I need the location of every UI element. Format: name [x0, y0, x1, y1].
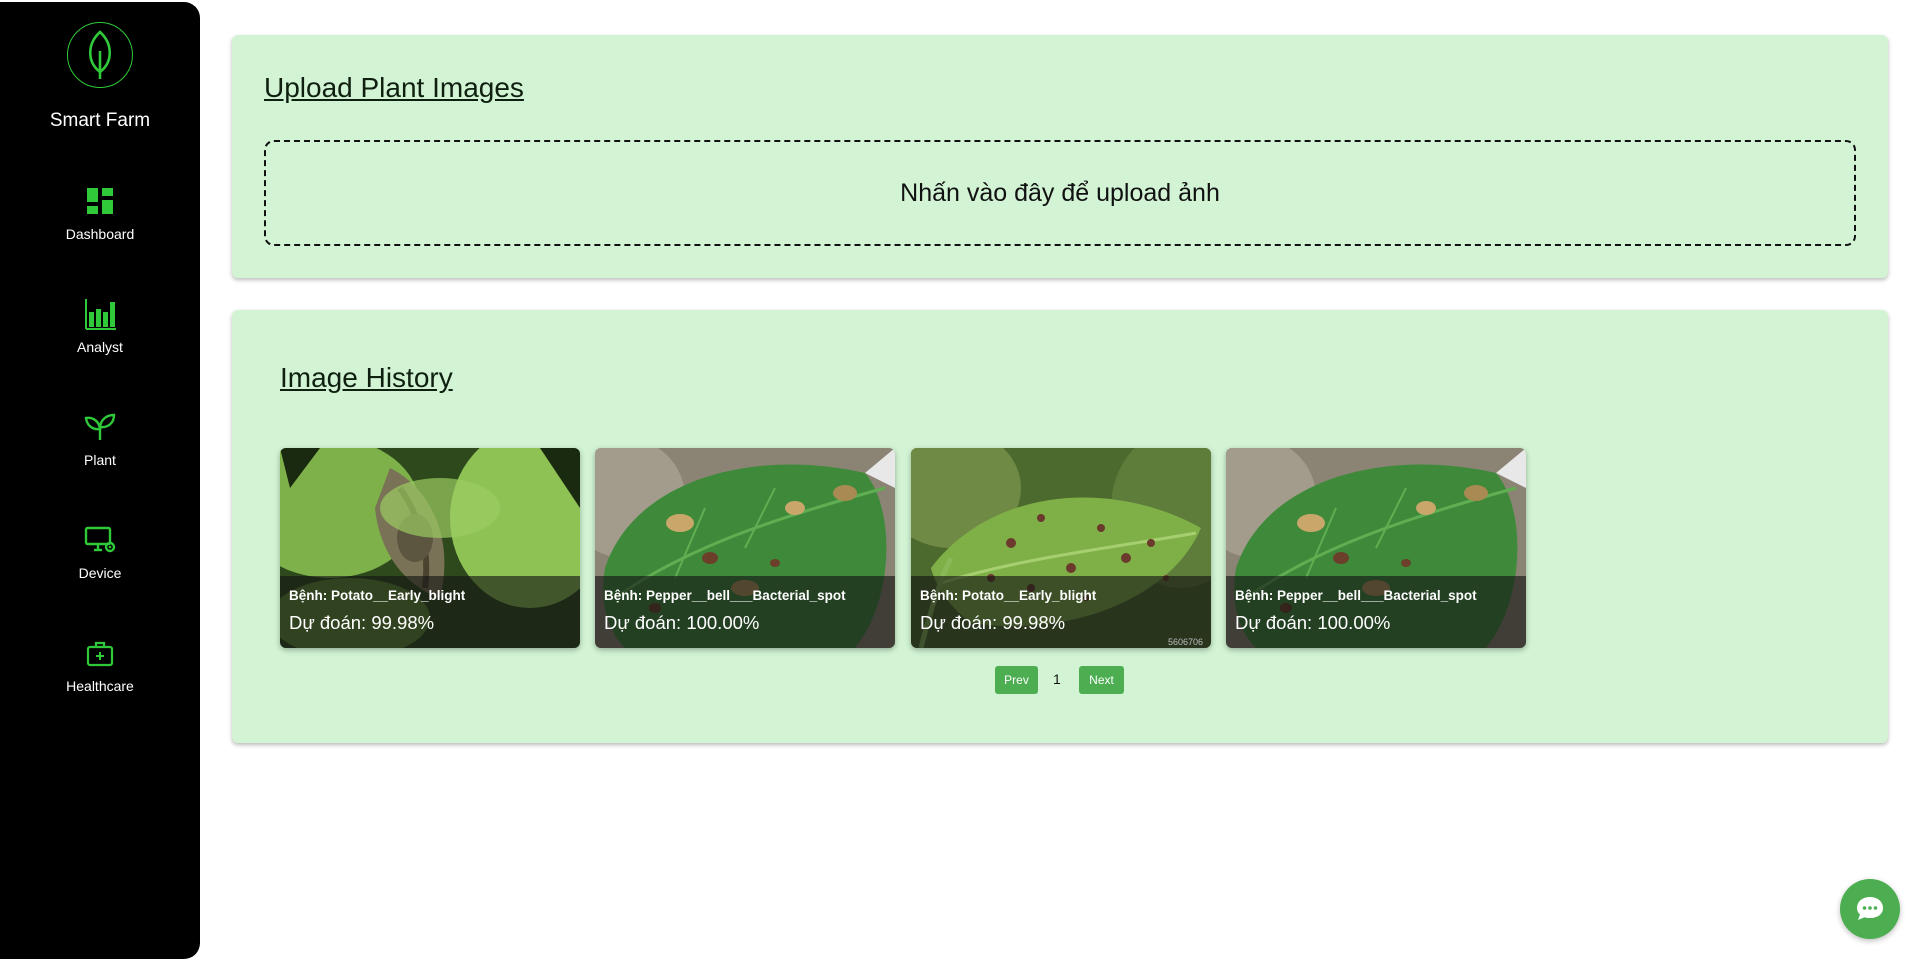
history-image-card[interactable]: Bệnh: Potato__Early_blight Dự đoán: 99.9…: [911, 448, 1211, 648]
medical-kit-icon: [86, 641, 114, 667]
image-caption: Bệnh: Pepper__bell___Bacterial_spot Dự đ…: [595, 576, 895, 648]
sidebar-item-label: Dashboard: [65, 226, 135, 242]
sidebar-item-analyst[interactable]: Analyst: [0, 297, 200, 387]
history-image-card[interactable]: Bệnh: Pepper__bell___Bacterial_spot Dự đ…: [595, 448, 895, 648]
sidebar-item-device[interactable]: Device: [0, 523, 200, 613]
next-page-button[interactable]: Next: [1079, 666, 1124, 694]
leaf-logo-icon: [67, 22, 133, 88]
sidebar-item-label: Device: [78, 565, 122, 581]
prediction-label: Dự đoán: 99.98%: [920, 612, 1066, 633]
image-caption: Bệnh: Potato__Early_blight Dự đoán: 99.9…: [280, 576, 580, 648]
monitor-gear-icon: [84, 526, 116, 553]
disease-label: Bệnh: Pepper__bell___Bacterial_spot: [604, 588, 846, 603]
chat-bubble-icon: [1857, 897, 1883, 920]
upload-title: Upload Plant Images: [264, 72, 524, 103]
upload-card: Upload Plant Images Nhấn vào đây để uplo…: [232, 35, 1888, 278]
history-image-card[interactable]: Bệnh: Pepper__bell___Bacterial_spot Dự đ…: [1226, 448, 1526, 648]
disease-label: Bệnh: Pepper__bell___Bacterial_spot: [1235, 588, 1477, 603]
image-caption: Bệnh: Pepper__bell___Bacterial_spot Dự đ…: [1226, 576, 1526, 648]
app-name: Smart Farm: [49, 110, 151, 131]
image-watermark: 5606706: [1167, 637, 1203, 647]
bar-chart-icon: [85, 299, 116, 330]
sidebar-item-healthcare[interactable]: Healthcare: [0, 636, 200, 726]
history-image-card[interactable]: Bệnh: Potato__Early_blight Dự đoán: 99.9…: [280, 448, 580, 648]
prediction-label: Dự đoán: 99.98%: [289, 612, 435, 633]
dashboard-icon: [87, 188, 113, 214]
image-history-card: Image History Bệnh: Potato__Early_blight…: [232, 310, 1888, 743]
chat-button[interactable]: [1840, 879, 1900, 939]
sidebar-item-label: Analyst: [77, 339, 123, 355]
prediction-label: Dự đoán: 100.00%: [1235, 612, 1391, 633]
image-caption: Bệnh: Potato__Early_blight Dự đoán: 99.9…: [911, 576, 1211, 648]
current-page-number: 1: [1053, 671, 1061, 687]
history-title: Image History: [280, 362, 453, 393]
disease-label: Bệnh: Potato__Early_blight: [920, 588, 1097, 603]
sprout-icon: [84, 413, 116, 440]
disease-label: Bệnh: Potato__Early_blight: [289, 588, 466, 603]
sidebar-item-dashboard[interactable]: Dashboard: [0, 184, 200, 274]
sidebar-item-plant[interactable]: Plant: [0, 410, 200, 500]
prev-page-button[interactable]: Prev: [995, 666, 1038, 694]
upload-dropzone[interactable]: Nhấn vào đây để upload ảnh: [264, 140, 1856, 246]
sidebar: Smart Farm Dashboard Analyst Plant Devic…: [0, 2, 200, 959]
sidebar-item-label: Plant: [84, 452, 116, 468]
sidebar-item-label: Healthcare: [66, 678, 134, 694]
prediction-label: Dự đoán: 100.00%: [604, 612, 760, 633]
pagination: Prev 1 Next: [232, 666, 1888, 696]
